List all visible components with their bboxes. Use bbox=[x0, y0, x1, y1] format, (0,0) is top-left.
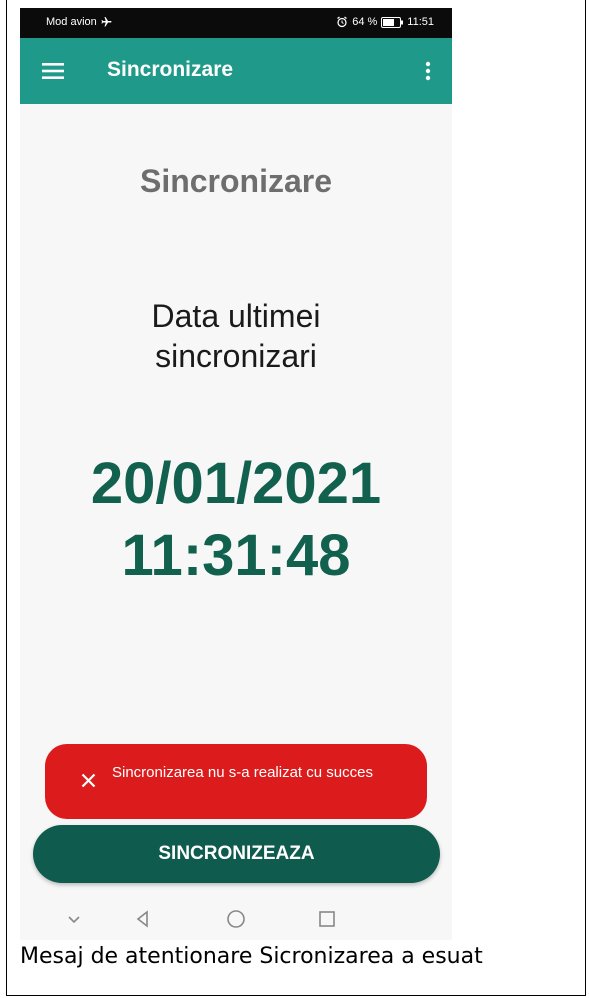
error-snackbar: Sincronizarea nu s-a realizat cu succes bbox=[45, 744, 427, 819]
back-icon[interactable] bbox=[133, 909, 153, 929]
battery-percent: 64 % bbox=[352, 16, 378, 28]
last-sync-date: 20/01/2021 bbox=[90, 451, 382, 516]
figure-caption: Mesaj de atentionare Sicronizarea a esua… bbox=[20, 944, 483, 969]
more-options-icon[interactable] bbox=[424, 61, 432, 81]
page-heading: Sincronizare bbox=[139, 163, 333, 199]
phone-screen: Mod avion 64 % 11:51 Sincronizare Sincro… bbox=[20, 8, 452, 940]
last-sync-label-text: Data ultimei sincronizari bbox=[151, 298, 321, 374]
close-icon[interactable] bbox=[81, 773, 96, 788]
last-sync-label: Data ultimei sincronizari bbox=[20, 296, 452, 376]
status-bar: Mod avion 64 % 11:51 bbox=[20, 8, 452, 38]
alarm-icon bbox=[337, 16, 348, 28]
status-time: 11:51 bbox=[407, 16, 434, 28]
airplane-mode-label: Mod avion bbox=[46, 16, 97, 28]
battery-icon bbox=[381, 16, 404, 28]
app-bar-title: Sincronizare bbox=[107, 58, 234, 81]
recents-icon[interactable] bbox=[317, 909, 337, 929]
snackbar-message: Sincronizarea nu s-a realizat cu succes bbox=[112, 764, 373, 781]
airplane-icon bbox=[101, 17, 112, 27]
app-bar: Sincronizare bbox=[20, 38, 452, 104]
status-left: Mod avion bbox=[46, 16, 113, 28]
system-nav-bar bbox=[20, 903, 452, 933]
status-right: 64 % 11:51 bbox=[336, 16, 434, 28]
menu-icon[interactable] bbox=[42, 62, 64, 80]
chevron-down-icon[interactable] bbox=[64, 909, 84, 929]
last-sync-datetime: 20/01/2021 11:31:48 bbox=[20, 448, 452, 592]
last-sync-time: 11:31:48 bbox=[121, 523, 351, 588]
sync-button[interactable]: SINCRONIZEAZA bbox=[33, 825, 440, 883]
home-icon[interactable] bbox=[226, 909, 246, 929]
